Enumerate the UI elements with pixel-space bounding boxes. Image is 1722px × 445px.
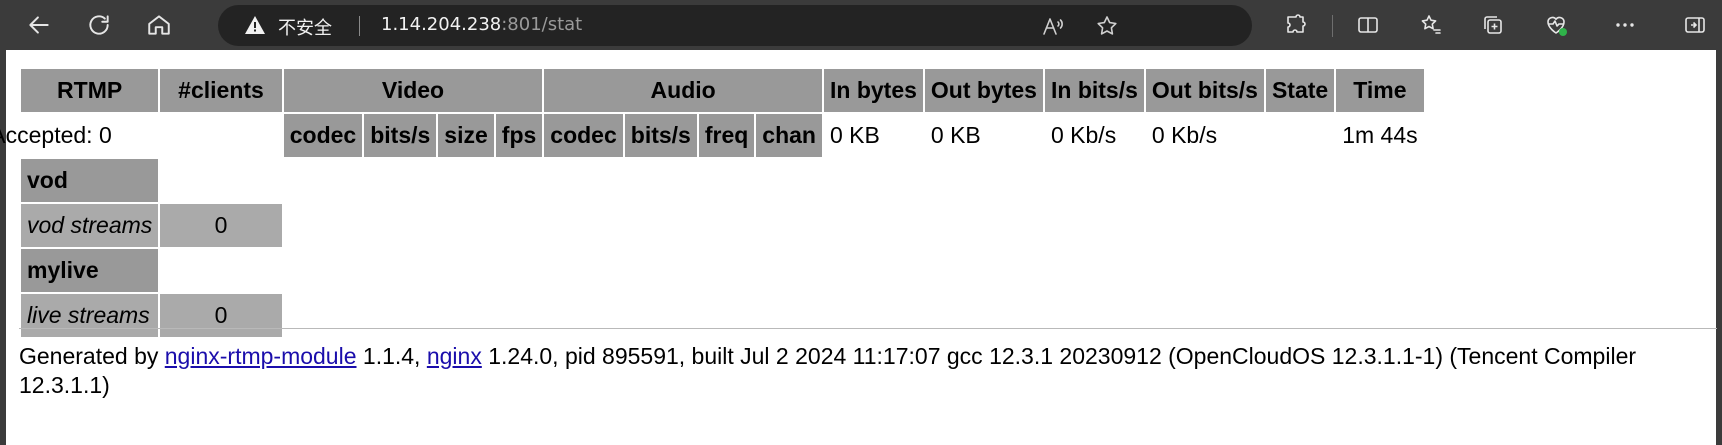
server-row: Accepted: 0 codec bits/s size fps codec … bbox=[0, 114, 1424, 157]
url-host: 1.14.204.238 bbox=[381, 14, 502, 35]
app-row-vod: vod bbox=[21, 159, 1424, 202]
nginx-rtmp-module-link[interactable]: nginx-rtmp-module bbox=[165, 343, 357, 369]
address-bar[interactable]: 不安全 1.14.204.238:801/stat bbox=[218, 5, 1252, 46]
streams-row-vod: vod streams 0 bbox=[21, 204, 1424, 247]
footer-prefix: Generated by bbox=[19, 343, 159, 369]
accepted-value: Accepted: 0 bbox=[0, 122, 112, 148]
rtmp-stat-table: RTMP #clients Video Audio In bytes Out b… bbox=[0, 67, 1426, 339]
audio-header: Audio bbox=[544, 69, 822, 112]
url-path: :801/stat bbox=[501, 14, 583, 35]
read-aloud-icon[interactable] bbox=[1040, 13, 1066, 39]
heart-pulse-icon bbox=[1547, 16, 1567, 36]
out-bits-header: Out bits/s bbox=[1145, 69, 1264, 112]
warning-icon[interactable] bbox=[244, 15, 266, 39]
toolbar-separator bbox=[1332, 15, 1333, 37]
time-header: Time bbox=[1336, 69, 1424, 112]
app-row-mylive: mylive bbox=[21, 249, 1424, 292]
footer-divider bbox=[19, 328, 1717, 329]
video-fps-header: fps bbox=[495, 114, 543, 157]
favorite-star-icon[interactable] bbox=[1094, 13, 1120, 39]
app-name-mylive: mylive bbox=[21, 249, 159, 292]
out-bits-value: 0 Kb/s bbox=[1151, 122, 1218, 148]
video-header: Video bbox=[283, 69, 543, 112]
sidebar-icon bbox=[1685, 17, 1705, 33]
collections-icon bbox=[1484, 16, 1502, 34]
audio-chan-header: chan bbox=[756, 114, 822, 157]
page-content: RTMP #clients Video Audio In bytes Out b… bbox=[0, 50, 1722, 445]
streams-count-vod: 0 bbox=[160, 204, 282, 247]
audio-freq-header: freq bbox=[698, 114, 755, 157]
streams-label-mylive: live streams bbox=[21, 294, 159, 337]
streams-count-mylive: 0 bbox=[160, 294, 282, 337]
time-value: 1m 44s bbox=[1342, 122, 1418, 148]
audio-codec-header: codec bbox=[544, 114, 623, 157]
favorites-button[interactable] bbox=[1412, 6, 1450, 44]
puzzle-icon bbox=[1287, 14, 1306, 33]
back-button[interactable] bbox=[20, 6, 58, 44]
video-codec-header: codec bbox=[283, 114, 363, 157]
refresh-button[interactable] bbox=[80, 6, 118, 44]
security-label[interactable]: 不安全 bbox=[278, 14, 332, 40]
footer-text: Generated by nginx-rtmp-module 1.1.4, ng… bbox=[19, 342, 1719, 400]
more-dots-icon bbox=[1616, 23, 1634, 27]
in-bytes-value: 0 KB bbox=[829, 122, 880, 148]
extensions-button[interactable] bbox=[1277, 6, 1315, 44]
home-button[interactable] bbox=[140, 6, 178, 44]
audio-bits-header: bits/s bbox=[624, 114, 697, 157]
in-bits-value: 0 Kb/s bbox=[1050, 122, 1117, 148]
arrow-left-icon bbox=[29, 16, 49, 34]
out-bytes-header: Out bytes bbox=[924, 69, 1043, 112]
favorites-list-icon bbox=[1421, 15, 1441, 34]
out-bytes-value: 0 KB bbox=[930, 122, 981, 148]
more-menu-button[interactable] bbox=[1606, 6, 1644, 44]
browser-essentials-button[interactable] bbox=[1537, 6, 1575, 44]
video-bits-header: bits/s bbox=[364, 114, 437, 157]
state-header: State bbox=[1265, 69, 1335, 112]
clients-header: #clients bbox=[160, 69, 282, 112]
app-name-vod: vod bbox=[21, 159, 159, 202]
in-bits-header: In bits/s bbox=[1044, 69, 1144, 112]
collections-button[interactable] bbox=[1474, 6, 1512, 44]
browser-toolbar: 不安全 1.14.204.238:801/stat bbox=[0, 0, 1722, 50]
video-size-header: size bbox=[438, 114, 494, 157]
header-row: RTMP #clients Video Audio In bytes Out b… bbox=[21, 69, 1424, 112]
in-bytes-header: In bytes bbox=[823, 69, 923, 112]
home-icon bbox=[148, 15, 170, 35]
state-value bbox=[1266, 114, 1334, 157]
sidebar-toggle-button[interactable] bbox=[1676, 6, 1714, 44]
refresh-icon bbox=[89, 15, 109, 35]
streams-label-vod: vod streams bbox=[21, 204, 159, 247]
url-text[interactable]: 1.14.204.238:801/stat bbox=[381, 14, 582, 35]
streams-row-mylive: live streams 0 bbox=[21, 294, 1424, 337]
rtmp-header: RTMP bbox=[21, 69, 159, 112]
footer-version: 1.1.4, bbox=[362, 343, 421, 369]
address-divider bbox=[359, 16, 360, 36]
nginx-link[interactable]: nginx bbox=[427, 343, 482, 369]
split-screen-button[interactable] bbox=[1349, 6, 1387, 44]
split-screen-icon bbox=[1358, 17, 1378, 33]
